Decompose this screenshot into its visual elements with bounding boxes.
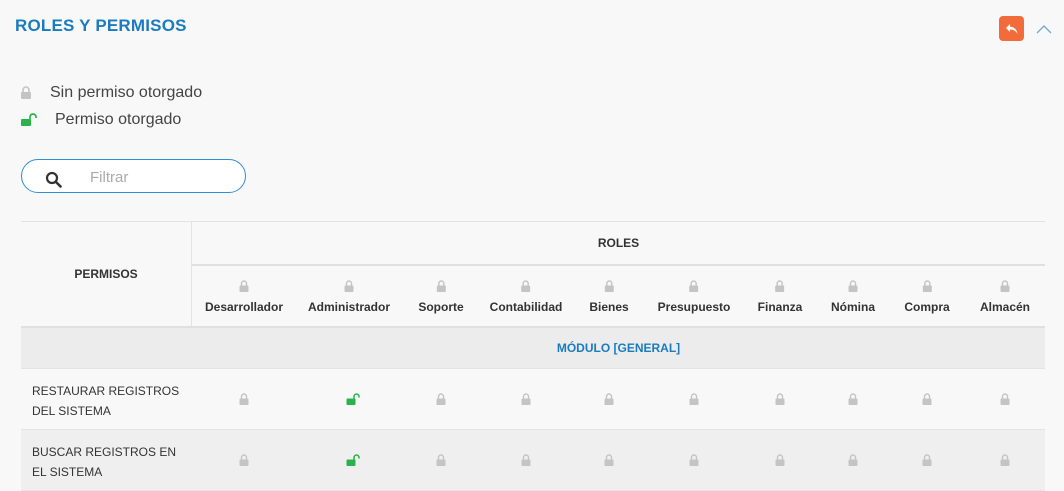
role-name: Presupuesto	[657, 300, 731, 314]
collapse-button[interactable]	[1035, 22, 1053, 36]
legend-item-granted: Permiso otorgado	[20, 106, 202, 133]
reply-arrow-icon	[1005, 23, 1019, 35]
legend-label-granted: Permiso otorgado	[55, 110, 182, 128]
role-header-4[interactable]: Bienes	[589, 266, 629, 326]
lock-closed-icon[interactable]	[1000, 454, 1010, 466]
role-name: Almacén	[979, 300, 1031, 314]
role-header-0[interactable]: Desarrollador	[205, 266, 283, 326]
role-header-8[interactable]: Compra	[904, 266, 950, 326]
role-name: Contabilidad	[489, 300, 563, 314]
lock-closed-icon	[1000, 280, 1010, 292]
role-header-6[interactable]: Finanza	[757, 266, 803, 326]
table-row: BUSCAR REGISTROS EN EL SISTEMA	[21, 430, 1045, 491]
lock-closed-icon[interactable]	[521, 393, 531, 405]
chevron-up-icon	[1036, 24, 1052, 34]
role-name: Finanza	[757, 300, 803, 314]
role-name: Administrador	[307, 300, 391, 314]
lock-closed-icon	[604, 280, 614, 292]
lock-open-icon[interactable]	[346, 393, 360, 405]
lock-closed-icon[interactable]	[436, 454, 446, 466]
lock-open-icon	[20, 113, 55, 126]
search-icon	[45, 171, 62, 188]
lock-closed-icon[interactable]	[436, 393, 446, 405]
lock-closed-icon[interactable]	[775, 393, 785, 405]
lock-closed-icon	[848, 280, 858, 292]
permission-name: RESTAURAR REGISTROS DEL SISTEMA	[32, 384, 180, 418]
lock-closed-icon	[239, 280, 249, 292]
filter-input[interactable]	[88, 164, 242, 190]
role-header-2[interactable]: Soporte	[418, 266, 464, 326]
permissions-table: PERMISOS ROLES Desarrollador Administrado…	[21, 221, 1045, 491]
permission-name: BUSCAR REGISTROS EN EL SISTEMA	[32, 445, 177, 479]
lock-closed-icon[interactable]	[1000, 393, 1010, 405]
lock-closed-icon	[521, 280, 531, 292]
module-group-row: MÓDULO [GENERAL]	[21, 328, 1045, 369]
table-header: PERMISOS ROLES Desarrollador Administrado…	[21, 222, 1045, 328]
lock-closed-icon[interactable]	[848, 393, 858, 405]
role-header-5[interactable]: Presupuesto	[657, 266, 731, 326]
lock-closed-icon	[689, 280, 699, 292]
lock-closed-icon	[775, 280, 785, 292]
lock-closed-icon[interactable]	[239, 454, 249, 466]
lock-closed-icon[interactable]	[848, 454, 858, 466]
lock-closed-icon	[344, 280, 354, 292]
legend: Sin permiso otorgado Permiso otorgado	[20, 79, 202, 133]
role-name: Soporte	[418, 300, 464, 314]
table-row: RESTAURAR REGISTROS DEL SISTEMA	[21, 369, 1045, 430]
lock-closed-icon[interactable]	[775, 454, 785, 466]
lock-closed-icon	[436, 280, 446, 292]
legend-item-denied: Sin permiso otorgado	[20, 79, 202, 106]
page-title: ROLES Y PERMISOS	[15, 16, 187, 35]
lock-closed-icon[interactable]	[604, 454, 614, 466]
role-name: Nómina	[830, 300, 876, 314]
lock-closed-icon	[20, 86, 50, 99]
lock-closed-icon[interactable]	[922, 393, 932, 405]
lock-closed-icon[interactable]	[689, 393, 699, 405]
role-header-9[interactable]: Almacén	[980, 266, 1030, 326]
lock-closed-icon[interactable]	[521, 454, 531, 466]
role-name: Desarrollador	[204, 300, 284, 314]
roles-column-header: ROLES	[192, 222, 1045, 266]
lock-open-icon[interactable]	[346, 454, 360, 466]
back-button[interactable]	[999, 16, 1024, 41]
lock-closed-icon[interactable]	[689, 454, 699, 466]
roles-header-row: Desarrollador Administrador Soporte Contabi…	[192, 266, 1045, 326]
role-header-3[interactable]: Contabilidad	[489, 266, 563, 326]
legend-label-denied: Sin permiso otorgado	[50, 83, 203, 101]
lock-closed-icon[interactable]	[922, 454, 932, 466]
permission-rows: RESTAURAR REGISTROS DEL SISTEMA BUSCAR RE…	[21, 369, 1045, 491]
permissions-column-header: PERMISOS	[21, 222, 192, 326]
role-name: Compra	[904, 300, 950, 314]
filter-box	[21, 159, 246, 193]
role-name: Bienes	[589, 300, 629, 314]
lock-closed-icon	[922, 280, 932, 292]
lock-closed-icon[interactable]	[604, 393, 614, 405]
role-header-7[interactable]: Nómina	[831, 266, 875, 326]
role-header-1[interactable]: Administrador	[308, 266, 390, 326]
lock-closed-icon[interactable]	[239, 393, 249, 405]
module-label: MÓDULO [GENERAL]	[556, 341, 681, 355]
